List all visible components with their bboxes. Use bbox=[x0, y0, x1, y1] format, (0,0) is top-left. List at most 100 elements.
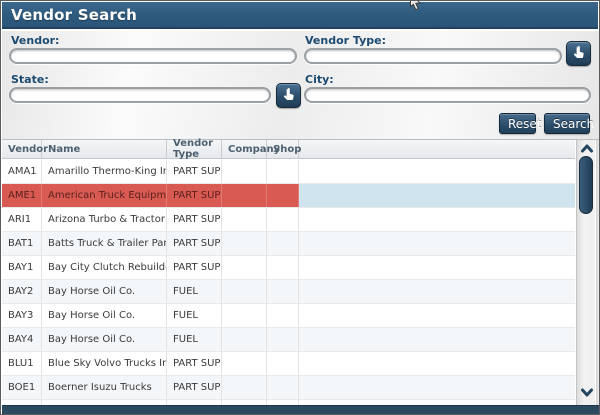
cell-vendor: BLU1 bbox=[2, 352, 42, 375]
pointer-hand-icon bbox=[571, 45, 586, 63]
cell-vendor: AME1 bbox=[2, 184, 42, 207]
column-header-name[interactable]: Name bbox=[42, 140, 167, 158]
vendor-input[interactable] bbox=[9, 48, 297, 64]
scroll-up-button[interactable] bbox=[578, 141, 595, 156]
cell-vendor-type: FUEL bbox=[167, 304, 222, 327]
cell-shop bbox=[267, 376, 299, 399]
cell-vendor: ARI1 bbox=[2, 208, 42, 231]
state-picker-button[interactable] bbox=[276, 83, 301, 108]
row-filler bbox=[299, 184, 575, 207]
cell-company bbox=[222, 304, 267, 327]
cell-vendor: BAY1 bbox=[2, 256, 42, 279]
table-row[interactable]: BAT1Batts Truck & Trailer PartsPART SUPP… bbox=[2, 232, 575, 256]
row-filler bbox=[299, 160, 575, 183]
table-row[interactable]: ARI1Arizona Turbo & Tractor Supply Inc.P… bbox=[2, 208, 575, 232]
column-header-vendor[interactable]: Vendor bbox=[2, 140, 42, 158]
cell-vendor-type: PART SUPPLY bbox=[167, 160, 222, 183]
cell-company bbox=[222, 208, 267, 231]
cell-vendor-type: PART SUPPLY bbox=[167, 208, 222, 231]
vendor-search-window: Vendor Search Vendor: Vendor Type: State… bbox=[0, 0, 600, 415]
cell-shop bbox=[267, 184, 299, 207]
cell-name: Blue Sky Volvo Trucks Inc. bbox=[42, 352, 167, 375]
cell-shop bbox=[267, 280, 299, 303]
cell-vendor-type: FUEL bbox=[167, 328, 222, 351]
chevron-up-icon bbox=[581, 141, 593, 156]
table-row[interactable]: BOE1Boerner Isuzu TrucksPART SUPPLY bbox=[2, 376, 575, 400]
cell-vendor: BOE1 bbox=[2, 376, 42, 399]
bottom-bar bbox=[2, 405, 600, 415]
cell-company bbox=[222, 184, 267, 207]
cell-vendor-type: PART SUPPLY bbox=[167, 352, 222, 375]
row-filler bbox=[299, 304, 575, 327]
table-body: AMA1Amarillo Thermo-King Inc.PART SUPPLY… bbox=[2, 160, 575, 406]
row-filler bbox=[299, 208, 575, 231]
cell-name: Bay Horse Oil Co. bbox=[42, 280, 167, 303]
search-form: Vendor: Vendor Type: State: City: Reset … bbox=[2, 31, 600, 139]
cell-name: Amarillo Thermo-King Inc. bbox=[42, 160, 167, 183]
cell-vendor: BAY3 bbox=[2, 304, 42, 327]
state-input[interactable] bbox=[9, 87, 271, 103]
cell-vendor-type: PART SUPPLY bbox=[167, 232, 222, 255]
cell-company bbox=[222, 376, 267, 399]
city-input[interactable] bbox=[304, 87, 591, 103]
row-filler bbox=[299, 328, 575, 351]
table-row[interactable]: BAY1Bay City Clutch Rebuilders Inc.PART … bbox=[2, 256, 575, 280]
cell-shop bbox=[267, 328, 299, 351]
cell-vendor-type: PART SUPPLY bbox=[167, 184, 222, 207]
cell-shop bbox=[267, 352, 299, 375]
row-filler bbox=[299, 232, 575, 255]
state-label: State: bbox=[11, 73, 49, 86]
cell-company bbox=[222, 232, 267, 255]
cell-company bbox=[222, 160, 267, 183]
cell-name: Arizona Turbo & Tractor Supply Inc. bbox=[42, 208, 167, 231]
table-row[interactable]: BAY4Bay Horse Oil Co.FUEL bbox=[2, 328, 575, 352]
cell-vendor-type: PART SUPPLY bbox=[167, 256, 222, 279]
cell-vendor-type: PART SUPPLY bbox=[167, 376, 222, 399]
cell-vendor: BAT1 bbox=[2, 232, 42, 255]
cell-name: Bay Horse Oil Co. bbox=[42, 304, 167, 327]
column-header-filler bbox=[299, 140, 575, 158]
cell-vendor: AMA1 bbox=[2, 160, 42, 183]
cell-company bbox=[222, 280, 267, 303]
cell-vendor-type: FUEL bbox=[167, 280, 222, 303]
cell-company bbox=[222, 328, 267, 351]
cell-name: Batts Truck & Trailer Parts bbox=[42, 232, 167, 255]
window-frame-edge bbox=[596, 140, 600, 406]
vendor-type-picker-button[interactable] bbox=[566, 41, 591, 66]
scroll-down-button[interactable] bbox=[578, 385, 595, 400]
table-row[interactable]: BAY3Bay Horse Oil Co.FUEL bbox=[2, 304, 575, 328]
cell-shop bbox=[267, 160, 299, 183]
search-button[interactable]: Search bbox=[544, 113, 590, 134]
city-label: City: bbox=[305, 73, 334, 86]
cell-company bbox=[222, 352, 267, 375]
pointer-hand-icon bbox=[281, 87, 296, 105]
vendor-label: Vendor: bbox=[11, 34, 59, 47]
table-row[interactable]: BAY2Bay Horse Oil Co.FUEL bbox=[2, 280, 575, 304]
column-header-shop[interactable]: Shop bbox=[267, 140, 299, 158]
column-header-company[interactable]: Company bbox=[222, 140, 267, 158]
cell-shop bbox=[267, 232, 299, 255]
column-header-vendor-type[interactable]: Vendor Type bbox=[167, 140, 222, 158]
cell-name: American Truck Equipment bbox=[42, 184, 167, 207]
cell-vendor: BAY4 bbox=[2, 328, 42, 351]
table-row[interactable]: BLU1Blue Sky Volvo Trucks Inc.PART SUPPL… bbox=[2, 352, 575, 376]
vendor-type-input[interactable] bbox=[304, 48, 562, 64]
vertical-scrollbar[interactable] bbox=[576, 140, 595, 406]
cell-shop bbox=[267, 208, 299, 231]
cell-name: Bay Horse Oil Co. bbox=[42, 328, 167, 351]
cell-shop bbox=[267, 304, 299, 327]
reset-button[interactable]: Reset bbox=[499, 113, 536, 134]
cell-name: Boerner Isuzu Trucks bbox=[42, 376, 167, 399]
table-row[interactable]: AME1American Truck EquipmentPART SUPPLY bbox=[2, 184, 575, 208]
window-title: Vendor Search bbox=[11, 6, 137, 24]
scrollbar-thumb[interactable] bbox=[579, 156, 593, 214]
table-row[interactable]: AMA1Amarillo Thermo-King Inc.PART SUPPLY bbox=[2, 160, 575, 184]
results-table: Vendor Name Vendor Type Company Shop AMA… bbox=[2, 139, 600, 405]
row-filler bbox=[299, 376, 575, 399]
row-filler bbox=[299, 280, 575, 303]
table-header-row: Vendor Name Vendor Type Company Shop bbox=[2, 140, 575, 159]
cell-company bbox=[222, 256, 267, 279]
cell-shop bbox=[267, 256, 299, 279]
cell-name: Bay City Clutch Rebuilders Inc. bbox=[42, 256, 167, 279]
title-bar: Vendor Search bbox=[2, 2, 598, 29]
